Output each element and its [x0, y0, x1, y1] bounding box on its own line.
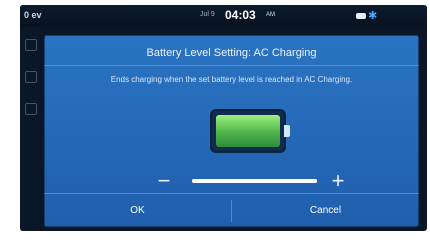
- battery-level-dialog: Battery Level Setting: AC Charging Ends …: [44, 35, 419, 227]
- status-ampm: AM: [266, 12, 275, 18]
- status-bar: 0 ev Jul 9 04:03 AM ✱: [20, 5, 427, 27]
- battery-level-slider[interactable]: [192, 179, 317, 183]
- sidebar-icon-1[interactable]: [25, 39, 37, 51]
- battery-tip: [284, 125, 290, 137]
- sidebar-icon-2[interactable]: [25, 71, 37, 83]
- dialog-title: Battery Level Setting: AC Charging: [146, 47, 317, 59]
- battery-fill: [216, 115, 280, 147]
- infotainment-screen: 0 ev Jul 9 04:03 AM ✱ Battery Level Sett…: [20, 5, 427, 231]
- ok-button[interactable]: OK: [44, 194, 231, 228]
- dialog-subtitle: Ends charging when the set battery level…: [110, 75, 353, 84]
- plus-icon[interactable]: +: [330, 170, 346, 192]
- device-bezel: 0 ev Jul 9 04:03 AM ✱ Battery Level Sett…: [0, 0, 430, 242]
- battery-graphic: [212, 111, 292, 151]
- status-date: Jul 9: [200, 11, 215, 18]
- sidebar: [20, 27, 40, 231]
- dialog-divider: [44, 65, 419, 66]
- battery-icon: [356, 13, 366, 19]
- bluetooth-icon: ✱: [368, 10, 378, 22]
- status-left-text: 0 ev: [24, 10, 42, 20]
- sidebar-icon-3[interactable]: [25, 103, 37, 115]
- slider-fill: [192, 179, 317, 183]
- status-time: 04:03: [225, 8, 256, 22]
- cancel-button[interactable]: Cancel: [232, 194, 419, 228]
- minus-icon[interactable]: −: [156, 170, 172, 192]
- battery-body: [212, 111, 284, 151]
- dialog-buttons: OK Cancel: [44, 193, 419, 228]
